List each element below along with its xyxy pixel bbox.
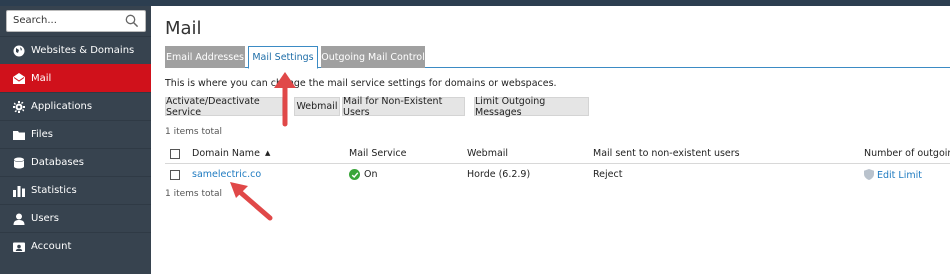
page-title: Mail: [165, 18, 202, 39]
sidebar-item-label: Applications: [31, 101, 93, 112]
sidebar-item-label: Databases: [31, 157, 84, 168]
user-icon: [13, 213, 25, 225]
sidebar-item-mail[interactable]: Mail: [0, 64, 151, 92]
sidebar-item-websites-domains[interactable]: Websites & Domains: [0, 36, 151, 64]
column-header-webmail[interactable]: Webmail: [467, 148, 508, 159]
activate-deactivate-service-button[interactable]: Activate/Deactivate Service: [165, 96, 283, 118]
items-total-bottom: 1 items total: [165, 189, 223, 199]
limit-outgoing-messages-button[interactable]: Limit Outgoing Messages: [474, 96, 589, 118]
non-existent-users-value: Reject: [593, 169, 623, 180]
search-icon[interactable]: [125, 14, 139, 28]
sidebar-item-statistics[interactable]: Statistics: [0, 176, 151, 204]
account-card-icon: [13, 241, 25, 253]
search-input[interactable]: Search...: [6, 10, 146, 32]
sort-ascending-icon: ▲: [264, 149, 271, 157]
sidebar-item-label: Mail: [31, 73, 52, 84]
sidebar-item-users[interactable]: Users: [0, 204, 151, 232]
column-header-domain-name[interactable]: Domain Name ▲: [192, 148, 270, 159]
table-header-divider: [165, 163, 950, 164]
row-checkbox[interactable]: [170, 170, 180, 180]
column-header-outgoing-limit[interactable]: Number of outgoing: [864, 148, 950, 159]
sidebar-item-label: Websites & Domains: [31, 45, 135, 56]
tab-bar: Email Addresses Mail Settings Outgoing M…: [165, 46, 950, 69]
gear-icon: [13, 100, 25, 113]
sidebar-item-label: Users: [31, 213, 60, 224]
sidebar-item-label: Files: [31, 129, 53, 140]
edit-limit-link[interactable]: Edit Limit: [877, 170, 922, 181]
sidebar-item-applications[interactable]: Applications: [0, 92, 151, 120]
tab-email-addresses[interactable]: Email Addresses: [165, 46, 245, 68]
column-header-mail-service[interactable]: Mail Service: [349, 148, 406, 159]
mail-service-value: On: [364, 169, 378, 180]
page-description: This is where you can change the mail se…: [165, 78, 557, 89]
column-header-non-existent-users[interactable]: Mail sent to non-existent users: [593, 148, 740, 159]
database-icon: [13, 157, 25, 169]
sidebar-item-account[interactable]: Account: [0, 232, 151, 260]
select-all-checkbox[interactable]: [170, 149, 180, 159]
column-header-label: Domain Name: [192, 148, 260, 159]
webmail-button[interactable]: Webmail: [294, 97, 340, 116]
sidebar-item-label: Statistics: [31, 185, 77, 196]
bar-chart-icon: [13, 185, 25, 197]
webmail-value: Horde (6.2.9): [467, 169, 531, 180]
annotation-arrow-diagonal-icon: [230, 182, 273, 221]
sidebar-item-files[interactable]: Files: [0, 120, 151, 148]
envelope-icon: [13, 72, 25, 85]
edit-limit-cell: Edit Limit: [864, 169, 922, 181]
tab-outgoing-mail-control[interactable]: Outgoing Mail Control: [321, 46, 425, 68]
folder-icon: [13, 129, 25, 141]
sidebar-item-label: Account: [31, 241, 72, 252]
shield-icon: [864, 169, 874, 180]
sidebar-item-databases[interactable]: Databases: [0, 148, 151, 176]
check-circle-icon: [349, 169, 360, 180]
items-total-top: 1 items total: [165, 127, 223, 137]
search-placeholder: Search...: [13, 15, 57, 26]
annotation-arrow-up-icon: [274, 72, 296, 127]
mail-service-status: On: [349, 169, 378, 180]
tab-mail-settings[interactable]: Mail Settings: [248, 46, 318, 69]
globe-icon: [13, 45, 25, 57]
mail-for-non-existent-users-button[interactable]: Mail for Non-Existent Users: [342, 96, 465, 118]
